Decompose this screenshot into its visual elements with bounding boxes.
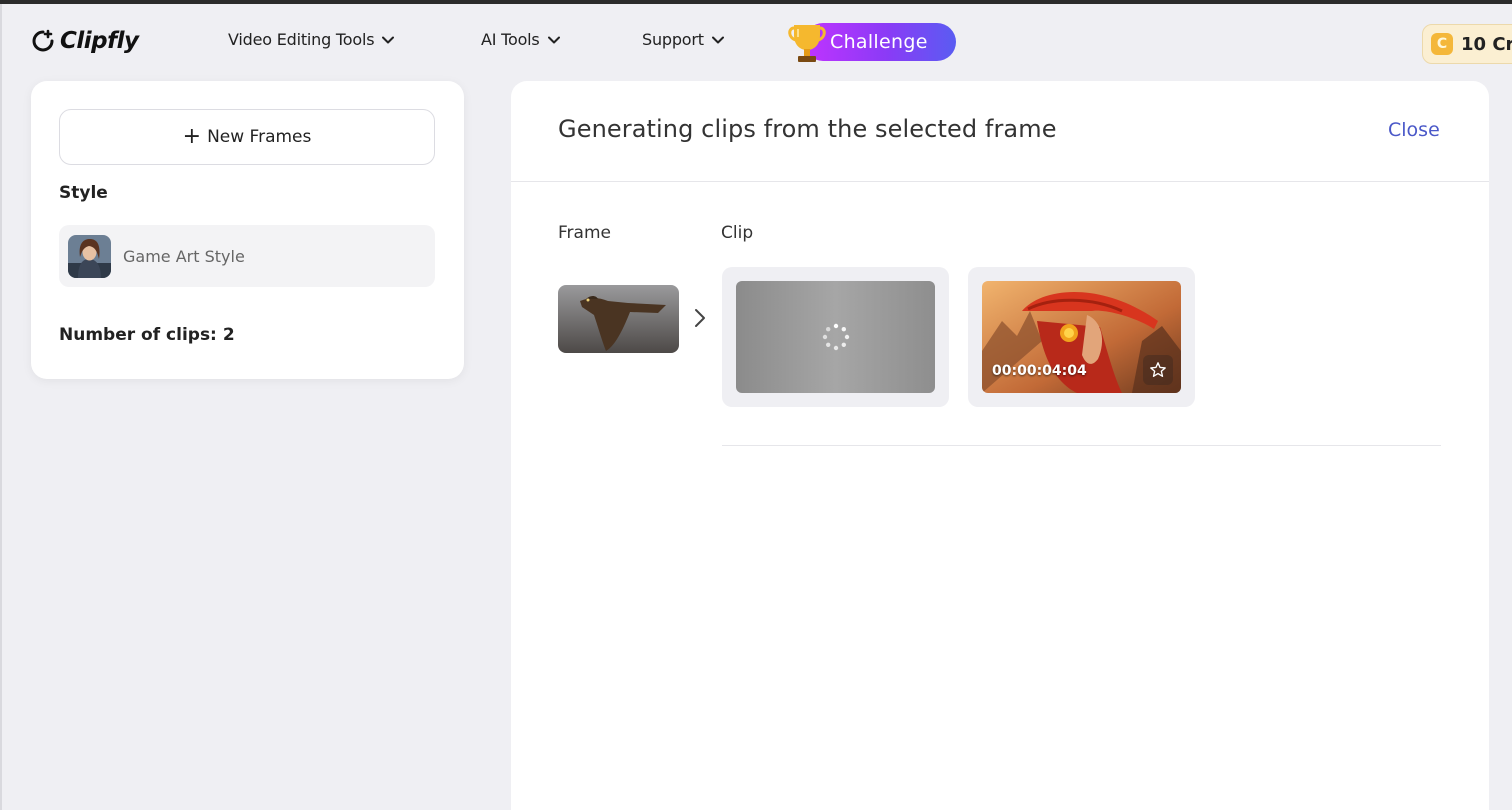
style-selector[interactable]: Game Art Style: [59, 225, 435, 287]
loading-spinner-icon: [822, 323, 850, 351]
clip-preview: 00:00:04:04: [982, 281, 1181, 393]
trophy-icon: [788, 25, 826, 62]
nav-support[interactable]: Support: [642, 30, 724, 49]
star-icon: [1150, 362, 1166, 377]
clip-card-loading[interactable]: [722, 267, 949, 407]
frame-column-label: Frame: [558, 223, 611, 243]
style-thumbnail: [68, 234, 111, 278]
clips-divider: [722, 445, 1441, 446]
number-of-clips: Number of clips: 2: [59, 325, 235, 345]
window-edge: [0, 0, 2, 810]
chevron-down-icon: [711, 36, 724, 43]
chevron-down-icon: [547, 36, 560, 43]
credits-text: 10 Cre: [1461, 33, 1512, 55]
clipfly-logo-icon: [32, 29, 54, 52]
coin-icon: C: [1431, 33, 1453, 55]
challenge-button[interactable]: Challenge: [786, 21, 958, 63]
clip-column-label: Clip: [721, 223, 754, 243]
style-name: Game Art Style: [123, 246, 245, 266]
clip-card-completed[interactable]: 00:00:04:04: [968, 267, 1195, 407]
favorite-button[interactable]: [1143, 355, 1173, 385]
close-button[interactable]: Close: [1388, 119, 1440, 141]
clip-preview: [736, 281, 935, 393]
top-navigation: Clipfly Video Editing Tools AI Tools Sup…: [0, 4, 1512, 78]
clips-count-label: Number of clips:: [59, 325, 217, 345]
clipfly-logo[interactable]: Clipfly: [30, 26, 139, 56]
style-heading: Style: [59, 183, 108, 203]
generation-panel: Generating clips from the selected frame…: [511, 81, 1489, 810]
logo-text: Clipfly: [60, 28, 139, 54]
challenge-label: Challenge: [830, 31, 928, 53]
plus-icon: +: [182, 124, 202, 149]
chevron-right-icon: [695, 309, 705, 327]
new-frames-button[interactable]: + New Frames: [59, 109, 435, 165]
nav-ai-tools-label: AI Tools: [481, 30, 540, 49]
credits-badge[interactable]: C 10 Cre: [1422, 24, 1512, 64]
selected-frame-thumbnail[interactable]: [558, 285, 679, 353]
page-title: Generating clips from the selected frame: [558, 115, 1057, 143]
clips-count-value: 2: [222, 325, 235, 345]
nav-video-editing-tools-label: Video Editing Tools: [228, 30, 375, 49]
nav-support-label: Support: [642, 30, 704, 49]
header-divider: [511, 181, 1489, 182]
nav-video-editing-tools[interactable]: Video Editing Tools: [228, 30, 395, 49]
new-frames-label: New Frames: [207, 127, 312, 147]
clip-duration: 00:00:04:04: [992, 363, 1087, 379]
chevron-down-icon: [382, 36, 395, 43]
nav-ai-tools[interactable]: AI Tools: [481, 30, 560, 49]
settings-panel: + New Frames Style Game Art Style Number…: [31, 81, 464, 379]
